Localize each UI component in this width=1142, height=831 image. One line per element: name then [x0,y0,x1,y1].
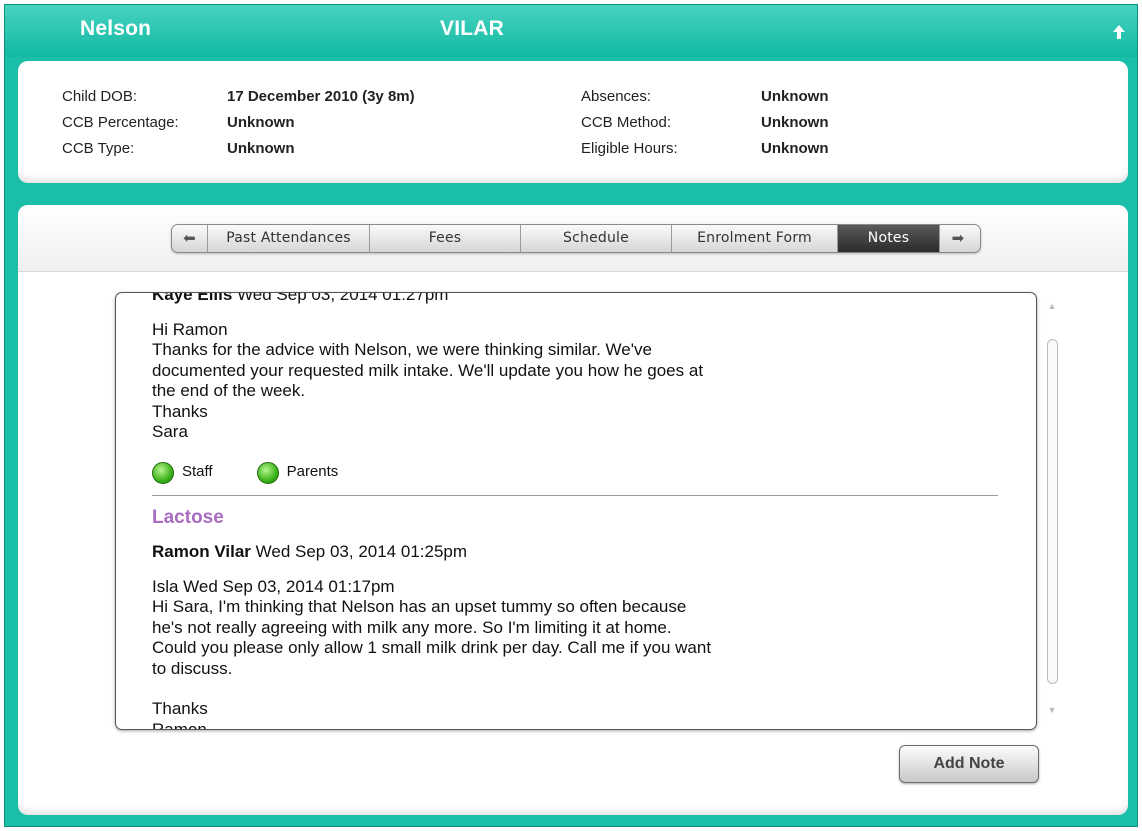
audience-parents-label: Parents [286,463,339,481]
green-dot-icon [152,461,174,484]
ccb-percentage-value: Unknown [227,114,295,131]
tab-notes[interactable]: Notes [838,225,940,252]
ccb-percentage-label: CCB Percentage: [62,114,179,131]
note-line: Thanks for the advice with Nelson, we we… [152,340,652,359]
green-dot-icon [256,461,279,484]
scroll-up-icon[interactable]: ▲ [1046,301,1058,313]
child-last-name: VILAR [440,17,504,40]
child-info-panel: Child DOB: 17 December 2010 (3y 8m) CCB … [18,61,1128,183]
note-author-line: Kaye Ellis Wed Sep 03, 2014 01:27pm [152,292,998,306]
note-line: Isla Wed Sep 03, 2014 01:17pm [152,576,395,596]
tab-fees[interactable]: Fees [370,225,521,252]
tab-schedule[interactable]: Schedule [521,225,672,252]
tab-enrolment-form[interactable]: Enrolment Form [672,225,838,252]
tab-bar: ⬅ Past Attendances Fees Schedule Enrolme… [171,224,981,253]
note-line: to discuss. [152,658,233,678]
absences-label: Absences: [581,88,652,105]
ccb-type-value: Unknown [227,140,295,157]
notes-list[interactable]: Kaye Ellis Wed Sep 03, 2014 01:27pm Hi R… [115,292,1037,730]
dob-label: Child DOB: [62,88,138,105]
note-title: Lactose [152,506,224,528]
audience-staff[interactable]: Staff [152,461,213,484]
note-line [152,679,998,699]
note-audience: Staff Parents [152,461,998,485]
note-line: Thanks [152,401,208,421]
dob-value: 17 December 2010 (3y 8m) [227,88,415,105]
note-author: Ramon Vilar [152,542,251,561]
tab-past-attendances[interactable]: Past Attendances [208,225,370,252]
audience-staff-label: Staff [182,463,213,481]
note-message: Isla Wed Sep 03, 2014 01:17pm Hi Sara, I… [152,576,998,730]
note-line: documented your requested milk intake. W… [152,360,704,380]
notes-scrollbar[interactable]: ▲ ▼ [1046,301,1058,721]
scroll-down-icon[interactable]: ▼ [1046,705,1058,717]
right-arrow-icon[interactable]: ➡ [940,225,976,252]
note-line: Thanks [152,699,208,718]
child-first-name: Nelson [80,17,152,40]
note-line: Could you please only allow 1 small milk… [152,638,712,657]
note-author-line: Ramon Vilar Wed Sep 03, 2014 01:25pm [152,542,998,563]
app-frame: Nelson VILAR Child DOB: 17 December 2010… [4,4,1138,827]
ccb-type-label: CCB Type: [62,140,135,157]
note-line: Hi Ramon [152,319,228,339]
notes-panel: ⬅ Past Attendances Fees Schedule Enrolme… [18,205,1128,815]
audience-parents[interactable]: Parents [256,461,339,484]
eligible-hours-label: Eligible Hours: [581,140,678,157]
up-arrow-icon[interactable] [1111,23,1127,41]
left-arrow-icon[interactable]: ⬅ [172,225,208,252]
note-author: Kaye Ellis [152,292,233,304]
note-line: Sara [152,422,188,441]
note-line: the end of the week. [152,381,306,400]
absences-value: Unknown [761,88,829,105]
note-message: Hi Ramon Thanks for the advice with Nels… [152,320,998,443]
ccb-method-value: Unknown [761,114,829,131]
add-note-button[interactable]: Add Note [899,745,1039,783]
scroll-thumb[interactable] [1047,339,1058,684]
note-divider [152,494,998,496]
eligible-hours-value: Unknown [761,140,829,157]
ccb-method-label: CCB Method: [581,114,672,131]
child-header: Nelson VILAR [5,5,1137,57]
note-date: Wed Sep 03, 2014 01:27pm [237,292,449,304]
note-date: Wed Sep 03, 2014 01:25pm [255,542,468,561]
note-line: he's not really agreeing with milk any m… [152,617,672,637]
note-line: Hi Sara, I'm thinking that Nelson has an… [152,597,687,616]
note-line: Ramon [152,719,207,730]
